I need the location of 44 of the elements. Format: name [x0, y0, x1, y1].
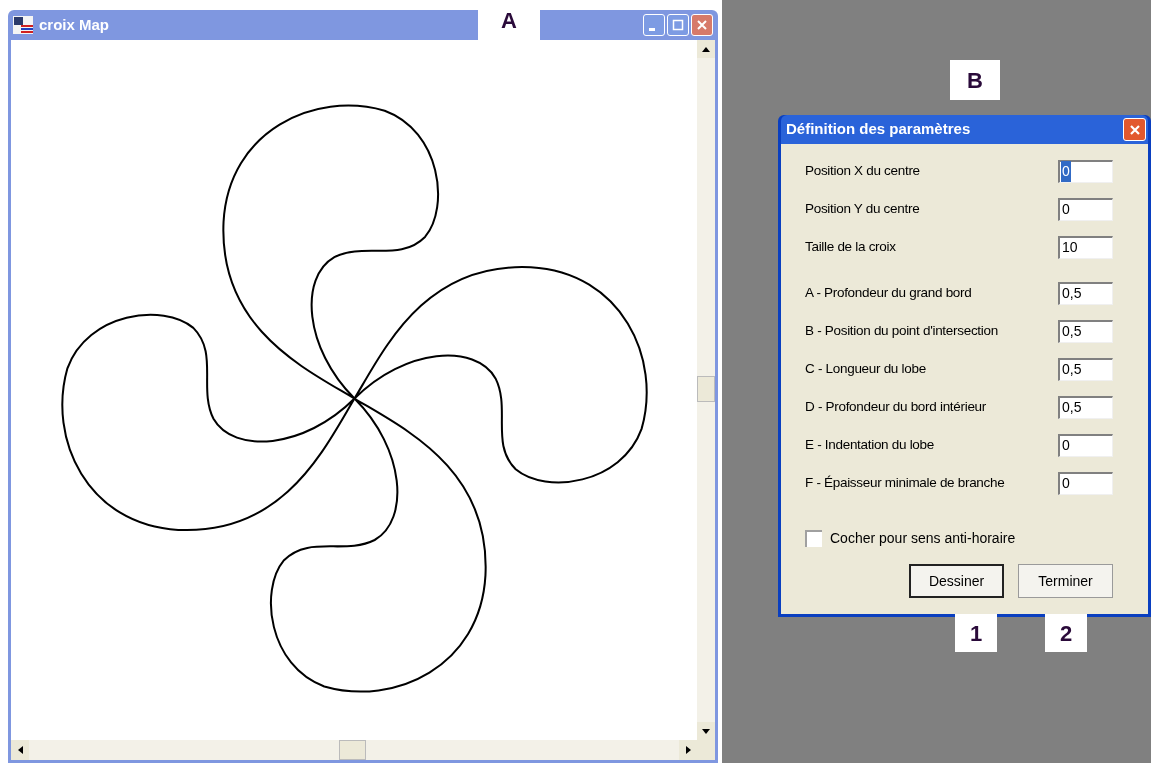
field-label: Taille de la croix — [805, 237, 897, 256]
window-title: croix Map — [39, 14, 110, 35]
field-label: D - Profondeur du bord intérieur — [805, 397, 987, 416]
minimize-icon — [649, 27, 655, 31]
callout-label: 2 — [1045, 614, 1087, 652]
callout-label: B — [950, 60, 1000, 100]
scroll-left-icon — [17, 746, 23, 754]
input-field[interactable]: 0,5 — [1058, 357, 1113, 381]
input-field[interactable]: 0,5 — [1058, 319, 1113, 343]
close-button[interactable] — [1123, 118, 1146, 141]
scroll-up-icon — [702, 46, 710, 52]
field-label: Position Y du centre — [805, 199, 921, 218]
scroll-thumb[interactable] — [697, 376, 715, 402]
checkbox[interactable] — [805, 530, 822, 547]
vertical-scrollbar[interactable] — [697, 40, 715, 740]
callout-label: 1 — [955, 614, 997, 652]
field-label: B - Position du point d'intersection — [805, 321, 999, 340]
scroll-thumb[interactable] — [339, 740, 366, 760]
input-field[interactable]: 10 — [1058, 235, 1113, 259]
minimize-button[interactable] — [643, 14, 665, 36]
input-field[interactable]: 0,5 — [1058, 281, 1113, 305]
close-icon — [696, 19, 708, 31]
input-field[interactable]: 0 — [1058, 471, 1113, 495]
field-label: C - Longueur du lobe — [805, 359, 927, 378]
dialog-title: Définition des paramètres — [786, 119, 972, 140]
dialog-button[interactable]: Terminer — [1018, 564, 1113, 598]
close-button[interactable] — [691, 14, 713, 36]
input-field[interactable]: 0,5 — [1058, 395, 1113, 419]
field-label: Position X du centre — [805, 161, 921, 180]
checkbox-label: Cocher pour sens anti-horaire — [830, 529, 1016, 548]
field-label: F - Épaisseur minimale de branche — [805, 473, 1006, 492]
input-field[interactable]: 0 — [1058, 159, 1113, 183]
app-icon — [13, 16, 33, 34]
field-label: A - Profondeur du grand bord — [805, 283, 973, 302]
field-label: E - Indentation du lobe — [805, 435, 935, 454]
horizontal-scrollbar[interactable] — [11, 740, 697, 760]
close-icon — [1128, 123, 1141, 136]
input-field[interactable]: 0 — [1058, 197, 1113, 221]
maximize-icon — [672, 19, 684, 31]
maximize-button[interactable] — [667, 14, 689, 36]
scroll-right-icon — [685, 746, 691, 754]
scroll-down-icon — [702, 728, 710, 734]
dialog-button[interactable]: Dessiner — [909, 564, 1004, 598]
input-field[interactable]: 0 — [1058, 433, 1113, 457]
